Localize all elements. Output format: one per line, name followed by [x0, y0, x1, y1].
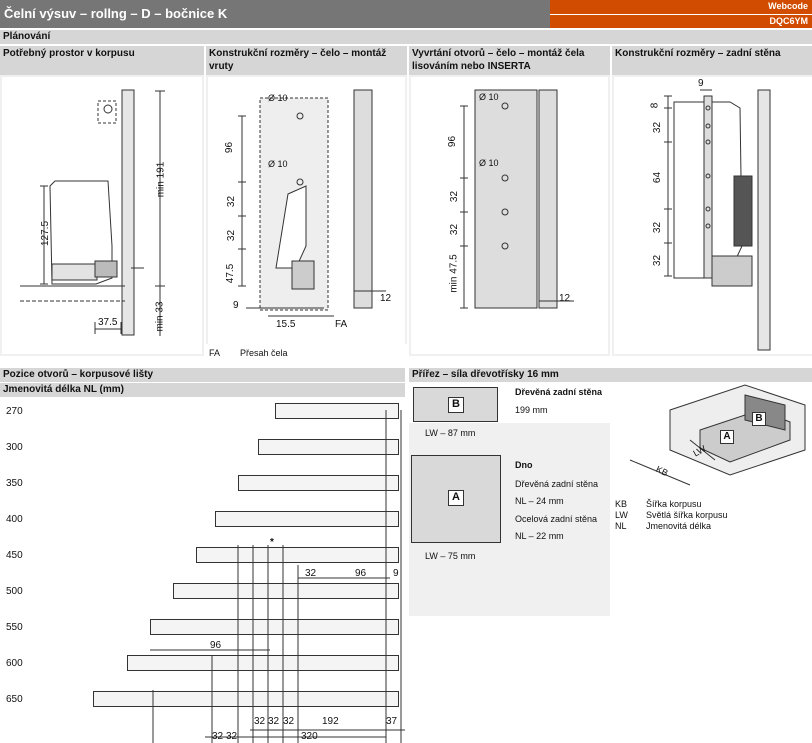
- legend-nl-key: NL: [615, 521, 627, 531]
- legend-lw-value: Světlá šířka korpusu: [646, 510, 728, 520]
- legend-kb-key: KB: [615, 499, 628, 509]
- iso-a-label: A: [720, 430, 734, 444]
- legend-kb-value: Šířka korpusu: [646, 499, 702, 509]
- legend-lw-key: LW: [615, 510, 628, 520]
- iso-drawer: [629, 384, 806, 486]
- iso-b-label: B: [752, 412, 766, 426]
- legend-nl-value: Jmenovitá délka: [646, 521, 712, 531]
